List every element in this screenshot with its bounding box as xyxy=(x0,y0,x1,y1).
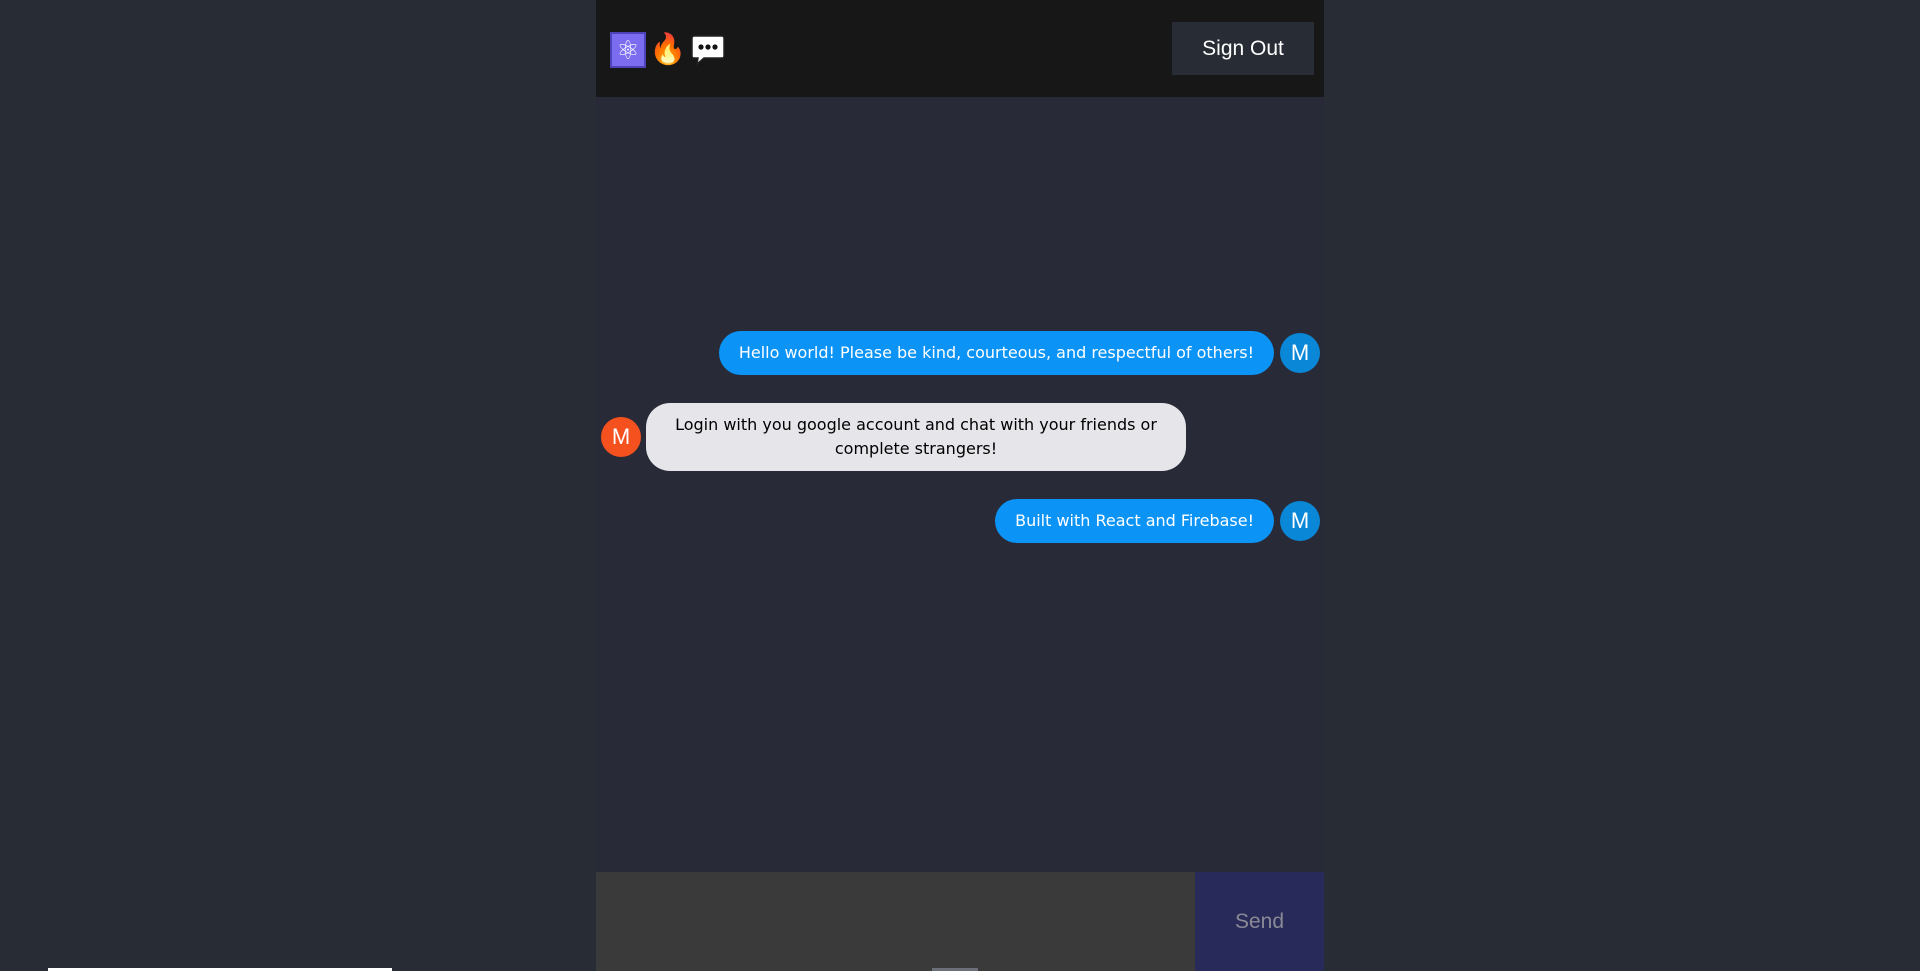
message-bubble: Login with you google account and chat w… xyxy=(646,403,1186,471)
send-button[interactable]: Send xyxy=(1195,872,1324,971)
avatar[interactable]: M xyxy=(601,417,641,457)
chat-app: ⚛ 🔥 Sign Out Hello world! Please be kind… xyxy=(596,0,1324,971)
avatar[interactable]: M xyxy=(1280,501,1320,541)
fire-icon: 🔥 xyxy=(649,32,687,68)
message-list: Hello world! Please be kind, courteous, … xyxy=(596,97,1324,872)
speech-bubble-svg xyxy=(691,35,725,66)
message-sent: Hello world! Please be kind, courteous, … xyxy=(718,331,1320,375)
app-header: ⚛ 🔥 Sign Out xyxy=(596,0,1324,97)
speech-bubble-icon xyxy=(690,32,726,68)
fire-glyph: 🔥 xyxy=(649,33,687,66)
sign-out-button[interactable]: Sign Out xyxy=(1172,22,1314,75)
react-logo-icon: ⚛ xyxy=(610,32,646,68)
message-received: M Login with you google account and chat… xyxy=(601,403,1186,471)
message-input[interactable] xyxy=(596,872,1195,971)
message-sent: Built with React and Firebase! M xyxy=(995,499,1320,543)
react-logo-glyph: ⚛ xyxy=(616,35,640,65)
message-form: Send xyxy=(596,872,1324,971)
avatar[interactable]: M xyxy=(1280,333,1320,373)
message-bubble: Built with React and Firebase! xyxy=(995,499,1274,543)
message-bubble: Hello world! Please be kind, courteous, … xyxy=(718,331,1274,375)
